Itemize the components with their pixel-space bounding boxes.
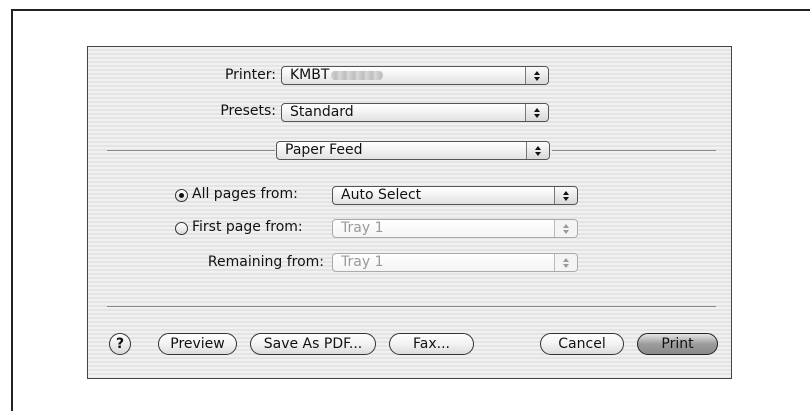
presets-popup[interactable]: Standard: [281, 103, 549, 122]
up-down-arrows-icon: [525, 104, 548, 121]
help-icon[interactable]: ?: [109, 333, 131, 355]
fax-button[interactable]: Fax...: [389, 333, 474, 355]
remaining-popup[interactable]: Tray 1: [332, 253, 578, 272]
print-button[interactable]: Print: [637, 333, 718, 355]
printer-label: Printer:: [224, 67, 276, 83]
panel-separator-left: [107, 150, 275, 151]
remaining-label: Remaining from:: [207, 254, 324, 270]
cancel-button[interactable]: Cancel: [540, 333, 624, 355]
all-pages-label: All pages from:: [192, 186, 298, 202]
panel-popup[interactable]: Paper Feed: [276, 141, 550, 160]
radio-selected-icon[interactable]: [175, 189, 188, 202]
printer-value: KMBT: [290, 67, 330, 83]
remaining-value: Tray 1: [341, 254, 384, 270]
up-down-arrows-icon: [554, 187, 577, 204]
first-page-label: First page from:: [192, 219, 303, 235]
bottom-separator: [107, 306, 716, 307]
first-page-popup[interactable]: Tray 1: [332, 219, 578, 238]
panel-separator-right: [552, 150, 716, 151]
presets-value: Standard: [290, 104, 354, 120]
first-page-value: Tray 1: [341, 220, 384, 236]
print-dialog: Printer: KMBT Presets: Standard Paper Fe…: [87, 46, 732, 379]
up-down-arrows-icon: [526, 142, 549, 159]
printer-popup[interactable]: KMBT: [281, 66, 549, 85]
all-pages-value: Auto Select: [341, 187, 422, 203]
up-down-arrows-icon: [554, 254, 577, 271]
panel-value: Paper Feed: [285, 142, 363, 158]
up-down-arrows-icon: [554, 220, 577, 237]
up-down-arrows-icon: [525, 67, 548, 84]
page-frame-top: [11, 9, 810, 11]
redacted-printer-model: [331, 70, 384, 80]
radio-unselected-icon[interactable]: [175, 222, 188, 235]
all-pages-popup[interactable]: Auto Select: [332, 186, 578, 205]
save-as-pdf-button[interactable]: Save As PDF...: [250, 333, 376, 355]
page-frame-left: [11, 9, 13, 411]
preview-button[interactable]: Preview: [158, 333, 237, 355]
presets-label: Presets:: [220, 103, 276, 119]
